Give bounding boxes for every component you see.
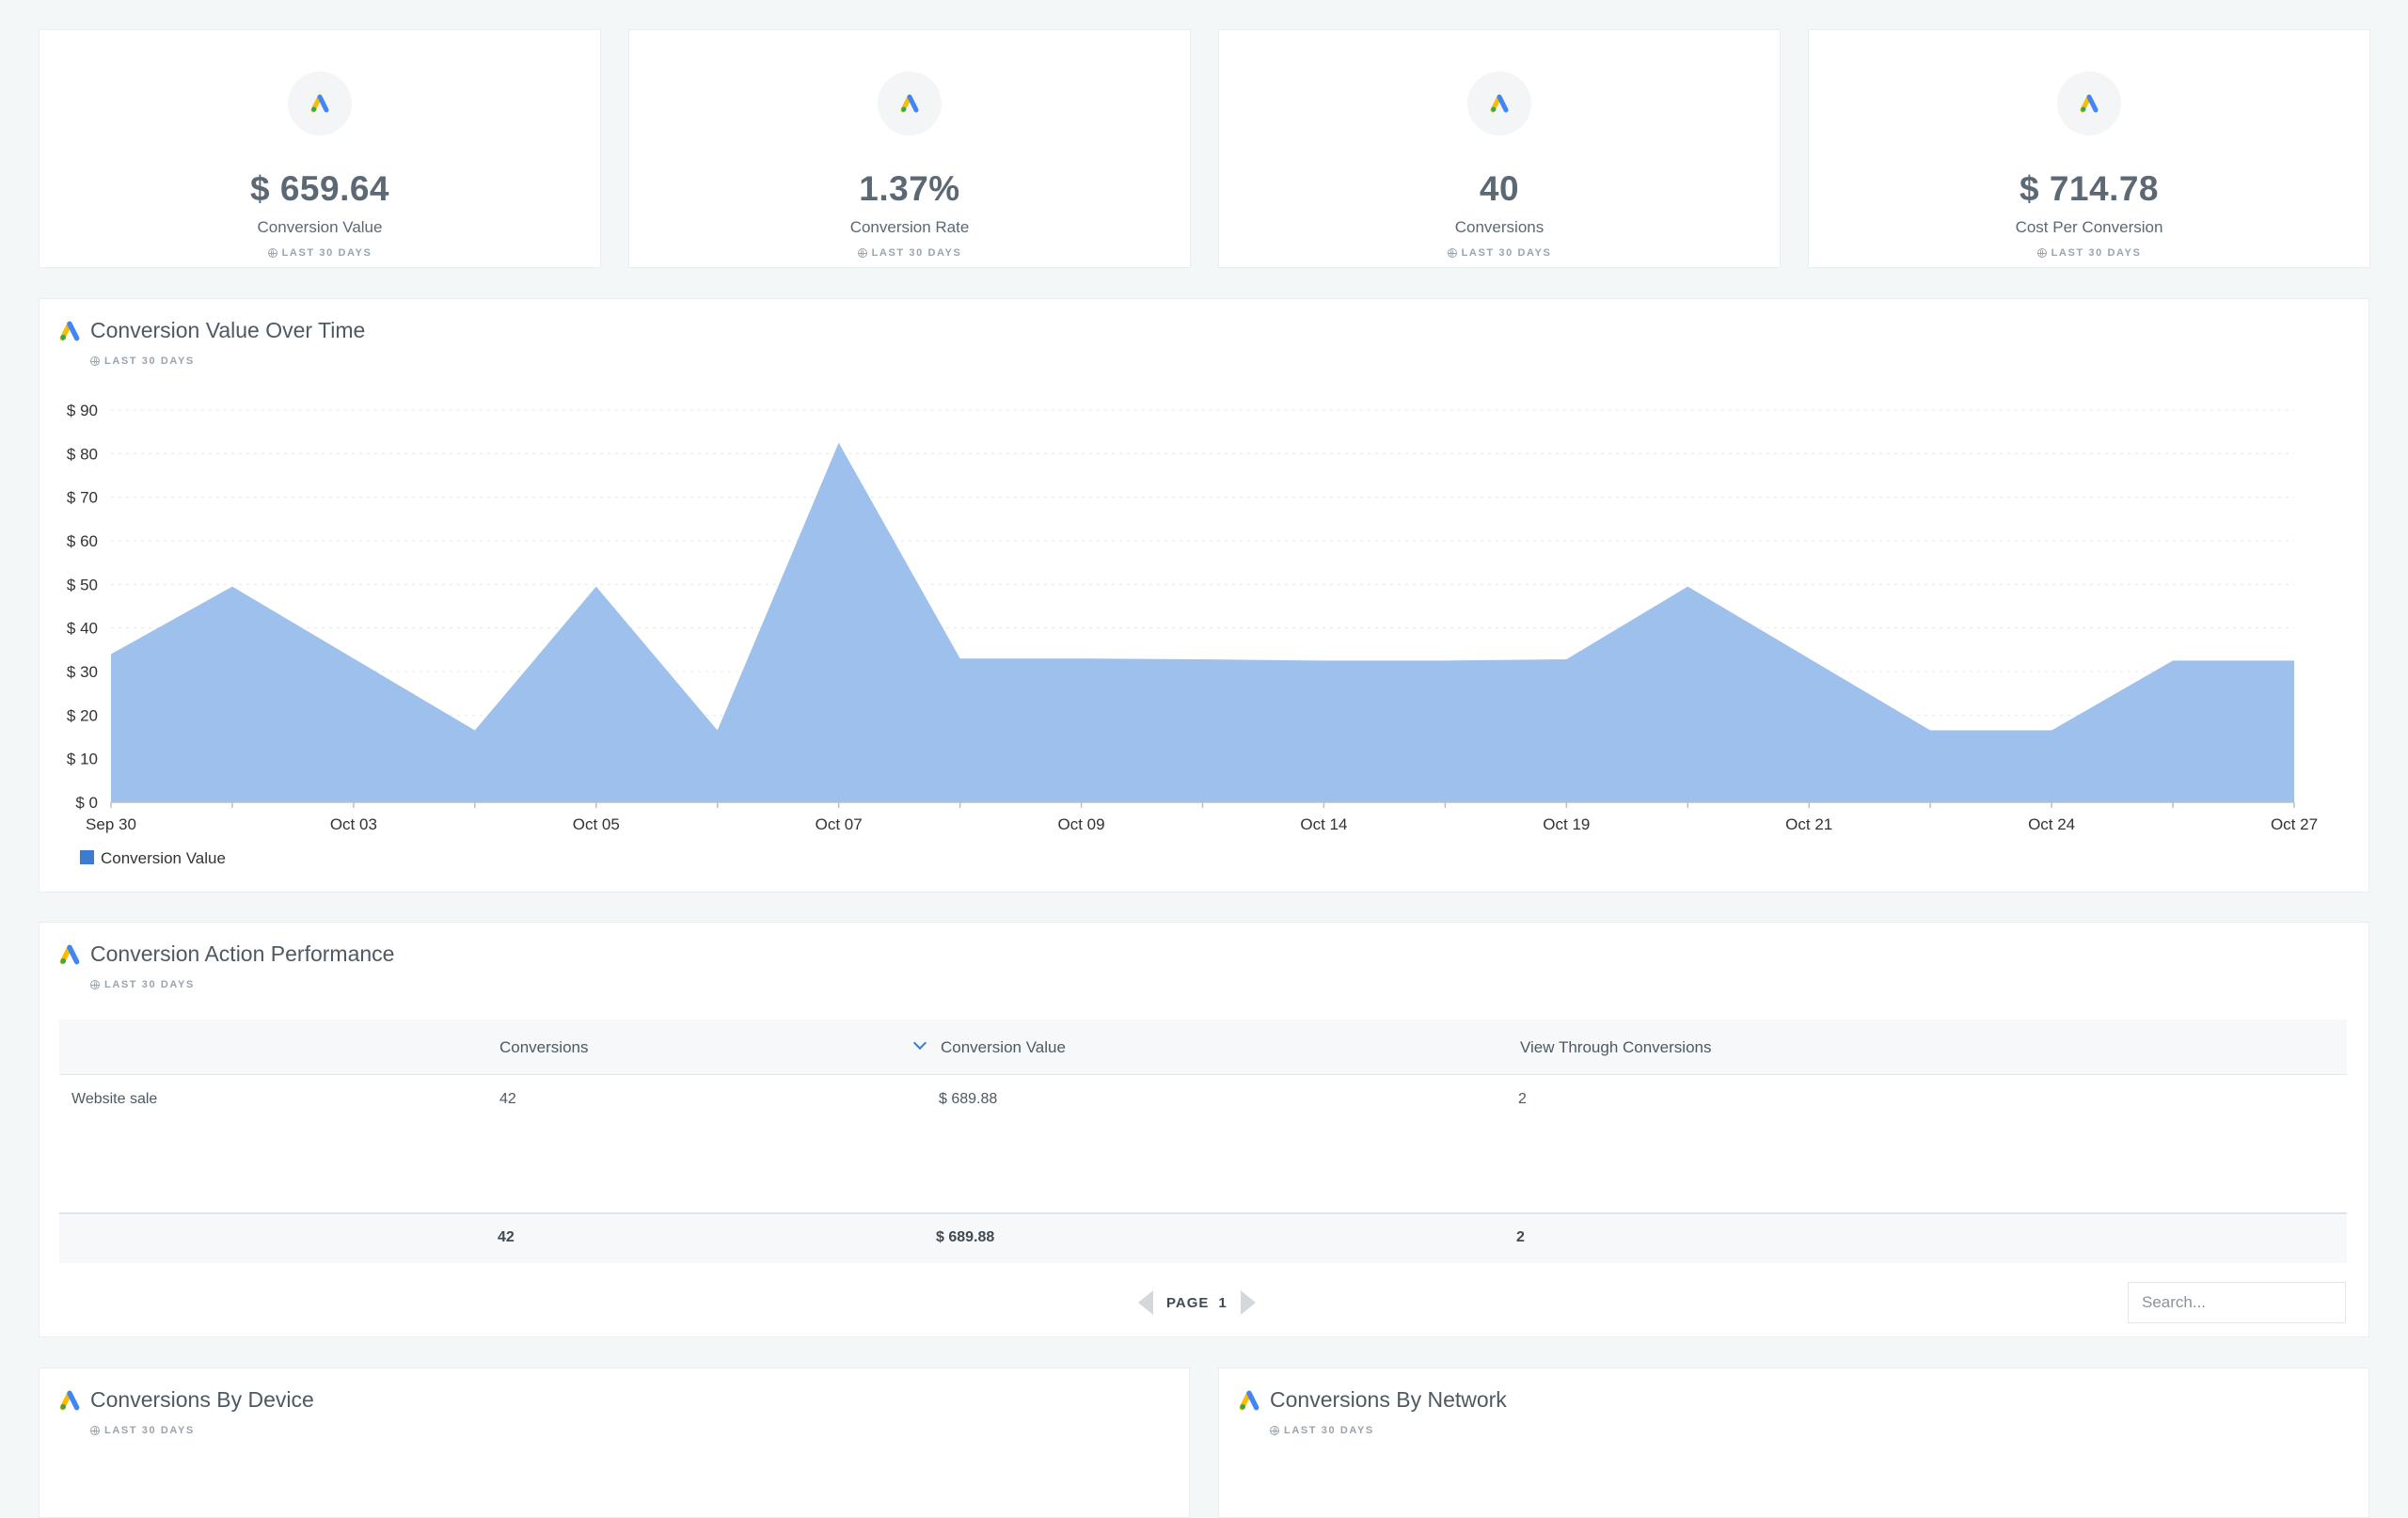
x-tick-label: Oct 19 [1543,815,1590,833]
page-label: PAGE [1166,1294,1210,1311]
x-tick-label: Oct 27 [2271,815,2318,833]
table-title: Conversion Action Performance [58,941,394,967]
globe-icon [90,1426,100,1435]
total-conversion-value: $ 689.88 [936,1229,995,1245]
x-tick-label: Oct 05 [573,815,620,833]
x-tick-label: Oct 14 [1300,815,1347,833]
pagination: PAGE 1 [1138,1290,1256,1315]
period-badge: LAST 30 DAYS [90,979,195,990]
y-tick-label: $ 30 [67,663,98,681]
legend-label: Conversion Value [101,849,226,867]
total-view-through: 2 [1516,1229,1525,1245]
row-conversion-value: $ 689.88 [939,1091,998,1107]
search-input[interactable] [2128,1282,2346,1323]
y-tick-label: $ 50 [67,576,98,593]
google-ads-logo-icon [58,1389,81,1412]
y-tick-label: $ 80 [67,445,98,463]
legend-swatch [80,850,94,864]
column-header-conversion-value[interactable]: Conversion Value [941,1038,1066,1057]
google-ads-logo-icon [1238,1389,1260,1412]
period-text: LAST 30 DAYS [1284,1425,1374,1436]
period-text: LAST 30 DAYS [104,1425,195,1436]
row-name: Website sale [71,1091,158,1107]
chevron-down-icon[interactable] [912,1036,927,1051]
y-tick-label: $ 0 [75,794,98,812]
globe-icon [1270,1426,1279,1435]
column-header-conversions[interactable]: Conversions [499,1038,589,1057]
x-tick-label: Oct 21 [1785,815,1832,833]
google-ads-logo-icon [58,943,81,966]
x-tick-label: Oct 07 [816,815,863,833]
row-view-through: 2 [1518,1091,1527,1107]
period-badge: LAST 30 DAYS [1270,1425,1374,1436]
y-tick-label: $ 10 [67,751,98,768]
table-totals-row: 42 $ 689.88 2 [59,1212,2347,1263]
table-card [39,922,2369,1337]
period-text: LAST 30 DAYS [104,979,195,990]
y-tick-label: $ 40 [67,620,98,638]
page-number: 1 [1218,1294,1228,1311]
x-tick-label: Oct 24 [2028,815,2075,833]
table-header: Conversions Conversion Value View Throug… [59,1020,2347,1075]
globe-icon [90,980,100,989]
area-series-conversion-value [111,442,2294,802]
x-tick-label: Sep 30 [86,815,136,833]
triangle-left-icon[interactable] [1138,1290,1153,1315]
row-conversions: 42 [499,1091,516,1107]
y-tick-label: $ 90 [67,402,98,419]
device-title-text: Conversions By Device [90,1387,314,1412]
network-title-text: Conversions By Network [1270,1387,1507,1412]
y-tick-label: $ 20 [67,706,98,724]
x-tick-label: Oct 09 [1058,815,1105,833]
conversion-value-area-chart: $ 0 $ 10 $ 20 $ 30 $ 40 $ 50 $ 60 $ 70 $ 80 $ 90 S… [67,402,2318,867]
y-tick-label: $ 60 [67,532,98,550]
network-title: Conversions By Network [1238,1387,1507,1413]
x-tick-label: Oct 03 [330,815,377,833]
y-tick-label: $ 70 [67,489,98,507]
period-badge: LAST 30 DAYS [90,1425,195,1436]
total-conversions: 42 [498,1229,515,1245]
table-title-text: Conversion Action Performance [90,941,395,966]
device-title: Conversions By Device [58,1387,314,1413]
column-header-view-through-conversions[interactable]: View Through Conversions [1520,1038,1712,1057]
triangle-right-icon[interactable] [1240,1290,1256,1315]
